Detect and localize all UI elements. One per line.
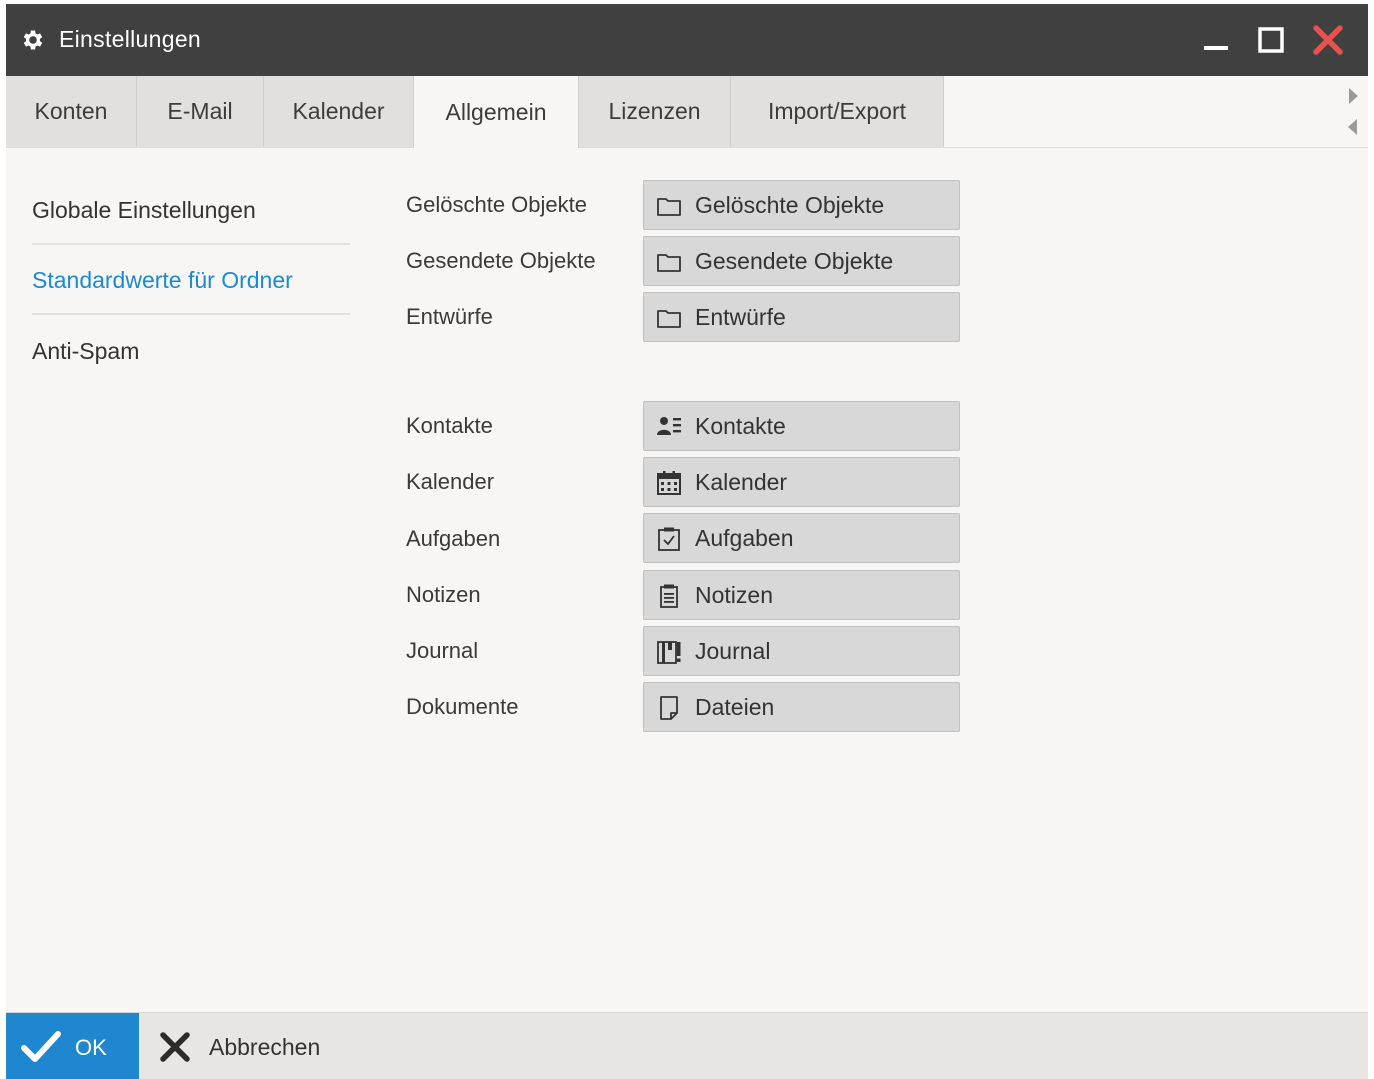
contacts-icon [657, 417, 681, 435]
folder-picker-value: Kalender [695, 469, 788, 495]
folder-picker-value: Gesendete Objekte [695, 248, 894, 274]
folder-picker-geloeschte-objekte[interactable]: Gelöschte Objekte [643, 180, 960, 230]
tab-e-mail[interactable]: E-Mail [137, 76, 264, 147]
maximize-icon[interactable] [1253, 22, 1289, 58]
close-icon [160, 1032, 190, 1062]
folder-picker-notizen[interactable]: Notizen [643, 570, 960, 620]
folder-picker-value: Dateien [695, 694, 775, 720]
ok-button-label: OK [75, 1035, 107, 1060]
tab-import-export[interactable]: Import/Export [731, 76, 944, 147]
label-aufgaben: Aufgaben [406, 526, 501, 551]
folder-picker-value: Notizen [695, 582, 773, 608]
folder-picker-aufgaben[interactable]: Aufgaben [643, 513, 960, 563]
label-kontakte: Kontakte [406, 413, 493, 438]
folder-picker-value: Gelöschte Objekte [695, 192, 885, 218]
settings-dialog: Einstellungen Konten E-Mail Kalender All… [6, 4, 1368, 1079]
tab-kalender[interactable]: Kalender [264, 76, 414, 147]
label-entwuerfe: Entwürfe [406, 304, 493, 329]
label-kalender: Kalender [406, 469, 495, 494]
tab-bar: Konten E-Mail Kalender Allgemein Lizenze… [6, 76, 1368, 148]
tab-konten[interactable]: Konten [6, 76, 137, 147]
checkmark-icon [21, 1031, 61, 1062]
cancel-button[interactable]: Abbrechen [139, 1013, 339, 1079]
ok-button[interactable]: OK [6, 1013, 139, 1079]
minimize-icon[interactable] [1198, 22, 1234, 58]
sidebar-divider [32, 243, 350, 245]
folder-picker-kontakte[interactable]: Kontakte [643, 401, 960, 451]
title-bar: Einstellungen [6, 4, 1368, 76]
folder-picker-dokumente[interactable]: Dateien [643, 682, 960, 732]
tab-scroll-right-icon[interactable] [1346, 86, 1360, 106]
folder-icon [657, 254, 681, 272]
folder-picker-value: Entwürfe [695, 304, 786, 330]
label-geloeschte-objekte: Gelöschte Objekte [406, 192, 587, 217]
label-dokumente: Dokumente [406, 694, 519, 719]
label-gesendete-objekte: Gesendete Objekte [406, 248, 596, 273]
close-icon[interactable] [1310, 22, 1346, 58]
calendar-icon [657, 471, 681, 495]
folder-icon [657, 198, 681, 216]
folder-picker-value: Journal [695, 638, 771, 664]
folder-picker-value: Aufgaben [695, 525, 794, 551]
folder-picker-kalender[interactable]: Kalender [643, 457, 960, 507]
tab-allgemein[interactable]: Allgemein [414, 76, 579, 148]
sidebar-item-standardwerte-fuer-ordner[interactable]: Standardwerte für Ordner [32, 267, 293, 294]
notes-icon [660, 584, 678, 608]
window-title: Einstellungen [59, 26, 202, 52]
label-journal: Journal [406, 638, 479, 663]
tasks-icon [658, 527, 680, 551]
tab-lizenzen[interactable]: Lizenzen [579, 76, 731, 147]
file-icon [660, 696, 678, 720]
folder-picker-journal[interactable]: Journal [643, 626, 960, 676]
sidebar-item-globale-einstellungen[interactable]: Globale Einstellungen [32, 197, 256, 224]
label-notizen: Notizen [406, 582, 481, 607]
folder-icon [657, 310, 681, 328]
folder-picker-value: Kontakte [695, 413, 786, 439]
tab-scroll-left-icon[interactable] [1346, 117, 1360, 137]
dialog-footer: OK Abbrechen [6, 1012, 1368, 1079]
sidebar-item-anti-spam[interactable]: Anti-Spam [32, 338, 139, 365]
gear-icon [23, 30, 43, 50]
folder-picker-gesendete-objekte[interactable]: Gesendete Objekte [643, 236, 960, 286]
sidebar-divider [32, 313, 350, 315]
journal-icon [657, 641, 681, 664]
cancel-button-label: Abbrechen [209, 1034, 321, 1060]
folder-picker-entwuerfe[interactable]: Entwürfe [643, 292, 960, 342]
